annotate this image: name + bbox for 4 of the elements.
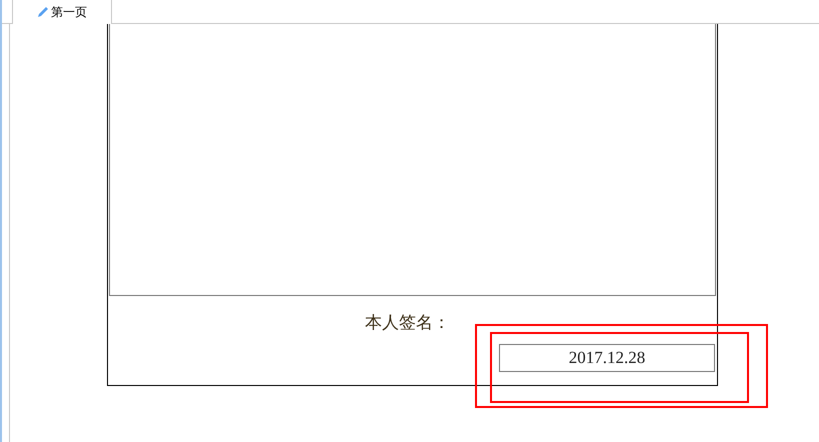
date-field[interactable]: 2017.12.28	[499, 344, 715, 372]
page-tab[interactable]: 第一页	[12, 0, 112, 24]
signature-label: 本人签名：	[365, 312, 450, 334]
pencil-icon	[37, 6, 49, 18]
